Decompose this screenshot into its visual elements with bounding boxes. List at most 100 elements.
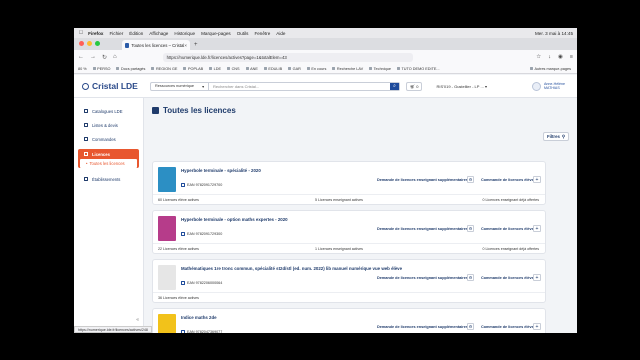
menu-fichier[interactable]: Fichier bbox=[109, 31, 123, 36]
minimize-window-icon[interactable] bbox=[87, 41, 92, 46]
book-cover[interactable] bbox=[158, 265, 176, 290]
bookmark-item[interactable]: Technique bbox=[369, 67, 391, 71]
license-title[interactable]: Indice maths 2de bbox=[181, 315, 217, 320]
browser-tab[interactable]: Toutes les licences – Cristal Lde × bbox=[122, 40, 190, 50]
student-licenses-active: 36 Licences élève actives bbox=[158, 296, 199, 300]
add-button[interactable]: + bbox=[533, 274, 541, 281]
home-icon[interactable]: ⌂ bbox=[113, 54, 117, 60]
page-title-text: Toutes les licences bbox=[163, 106, 236, 115]
order-student-licenses-button[interactable]: Commande de licences élève bbox=[481, 178, 534, 182]
other-bookmarks[interactable]: Autres marque-pages bbox=[530, 67, 571, 71]
sidebar-subitem-toutes-licences[interactable]: • Toutes les licences bbox=[80, 159, 137, 168]
request-teacher-licenses-button[interactable]: Demande de licences enseignant supplémen… bbox=[377, 178, 468, 182]
menu-affichage[interactable]: Affichage bbox=[149, 31, 168, 36]
bookmark-item[interactable]: REGION GE bbox=[151, 67, 178, 71]
barcode-icon bbox=[181, 281, 185, 285]
url-bar[interactable]: https://numerique.lde.fr/licences/active… bbox=[162, 52, 413, 62]
menu-fenetre[interactable]: Fenêtre bbox=[254, 31, 270, 36]
search-scope-select[interactable]: Ressources numérique ▾ bbox=[151, 82, 209, 90]
maximize-window-icon[interactable] bbox=[95, 41, 100, 46]
sidebar-item-catalogues[interactable]: Catalogues LDE bbox=[74, 104, 143, 118]
ean-code: EAN 9782091729300 bbox=[181, 232, 222, 236]
cart-button[interactable]: 🛒︎ 0 bbox=[406, 81, 423, 91]
bookmark-item[interactable]: GAR bbox=[288, 67, 301, 71]
bookmark-item[interactable]: TUTO DEMO EDITE... bbox=[397, 67, 439, 71]
student-licenses-active: 22 Licences élève actives bbox=[158, 247, 199, 251]
plus-icon: + bbox=[535, 176, 539, 183]
account-icon[interactable]: ◉ bbox=[558, 54, 563, 60]
order-student-licenses-button[interactable]: Commande de licences élève bbox=[481, 325, 534, 329]
filters-button[interactable]: Filtres ⚲ bbox=[543, 132, 569, 141]
bookmark-item[interactable]: LDE bbox=[209, 67, 221, 71]
tab-strip: Toutes les licences – Cristal Lde × + bbox=[74, 38, 577, 50]
etablissement-select[interactable]: RIS'019 - Gustellier - LP ... ▾ bbox=[436, 84, 487, 89]
bookmark-item[interactable]: Recherche LAV bbox=[332, 67, 363, 71]
settings-gear-button[interactable]: ⚙ bbox=[467, 176, 474, 183]
search-scope-label: Ressources numérique bbox=[155, 84, 195, 88]
apple-icon[interactable]:  bbox=[79, 30, 83, 36]
new-tab-icon[interactable]: + bbox=[194, 42, 198, 48]
sidebar-item-licences[interactable]: Licences • Toutes les licences bbox=[78, 149, 139, 168]
sidebar-item-etablissements[interactable]: Établissements bbox=[74, 172, 143, 186]
book-cover[interactable] bbox=[158, 216, 176, 241]
user-menu[interactable]: Anne-Hélène MATHIAS bbox=[532, 81, 565, 91]
menu-marque-pages[interactable]: Marque-pages bbox=[201, 31, 231, 36]
ean-text: EAN 9782047369077 bbox=[187, 330, 223, 333]
book-cover[interactable] bbox=[158, 314, 176, 333]
order-student-licenses-button[interactable]: Commande de licences élève bbox=[481, 227, 534, 231]
teacher-licenses-active: 5 Licences enseignant actives bbox=[315, 198, 363, 202]
license-title[interactable]: Mathématiques 1re tronc commun, spéciali… bbox=[181, 266, 402, 271]
search-button[interactable]: ⌕ bbox=[390, 82, 399, 90]
add-button[interactable]: + bbox=[533, 176, 541, 183]
close-window-icon[interactable] bbox=[79, 41, 84, 46]
zoom-level[interactable]: 80 % bbox=[78, 67, 87, 71]
cristal-logo[interactable]: Cristal LDE bbox=[74, 81, 142, 91]
order-student-licenses-button[interactable]: Commande de licences élève bbox=[481, 276, 534, 280]
bookmark-item[interactable]: Docs partagés bbox=[116, 67, 145, 71]
bookmark-item[interactable]: En cours bbox=[307, 67, 326, 71]
settings-gear-button[interactable]: ⚙ bbox=[467, 225, 474, 232]
avatar bbox=[532, 81, 542, 91]
sidebar: Catalogues LDE Listes & devis Commandes … bbox=[74, 98, 144, 333]
request-teacher-licenses-button[interactable]: Demande de licences enseignant supplémen… bbox=[377, 227, 468, 231]
bookmark-item[interactable]: POPLAB bbox=[183, 67, 203, 71]
forward-icon[interactable]: → bbox=[90, 54, 96, 60]
downloads-icon[interactable]: ↓ bbox=[548, 54, 551, 60]
license-card: Hyperbole terminale - spécialité - 2020 … bbox=[152, 161, 546, 205]
license-title[interactable]: Hyperbole terminale - spécialité - 2020 bbox=[181, 168, 261, 173]
book-cover[interactable] bbox=[158, 167, 176, 192]
bookmark-item[interactable]: EDULIB bbox=[264, 67, 282, 71]
bookmark-item[interactable]: CNS bbox=[227, 67, 240, 71]
back-icon[interactable]: ← bbox=[78, 54, 84, 60]
main-content: Toutes les licences Filtres ⚲ Hyperbole … bbox=[144, 98, 577, 333]
menu-app[interactable]: Firefox bbox=[88, 31, 103, 36]
license-title[interactable]: Hyperbole terminale - option maths exper… bbox=[181, 217, 288, 222]
sidebar-item-label: Commandes bbox=[92, 136, 116, 142]
close-tab-icon[interactable]: × bbox=[184, 43, 187, 48]
bookmark-item[interactable]: PERSO bbox=[93, 67, 110, 71]
add-button[interactable]: + bbox=[533, 225, 541, 232]
menu-aide[interactable]: Aide bbox=[276, 31, 285, 36]
add-button[interactable]: + bbox=[533, 323, 541, 330]
menu-icon[interactable]: ≡ bbox=[570, 54, 573, 60]
menu-historique[interactable]: Historique bbox=[174, 31, 195, 36]
sidebar-subitem-label: Toutes les licences bbox=[89, 161, 125, 166]
license-card-footer: 60 Licences élève actives 5 Licences ens… bbox=[153, 194, 545, 204]
ean-code: EAN 9782047369077 bbox=[181, 330, 222, 333]
request-teacher-licenses-button[interactable]: Demande de licences enseignant supplémen… bbox=[377, 276, 468, 280]
menu-outils[interactable]: Outils bbox=[237, 31, 249, 36]
sidebar-item-listes[interactable]: Listes & devis bbox=[74, 118, 143, 132]
bullet-icon: • bbox=[86, 161, 88, 166]
list-icon bbox=[84, 123, 88, 127]
menu-edition[interactable]: Édition bbox=[129, 31, 143, 36]
bookmark-item[interactable]: ANE bbox=[246, 67, 258, 71]
search-input[interactable]: Rechercher dans Cristal... bbox=[209, 84, 390, 89]
settings-gear-button[interactable]: ⚙ bbox=[467, 323, 474, 330]
request-teacher-licenses-button[interactable]: Demande de licences enseignant supplémen… bbox=[377, 325, 468, 329]
collapse-sidebar-icon[interactable]: « bbox=[136, 317, 139, 323]
sidebar-item-commandes[interactable]: Commandes bbox=[74, 132, 143, 146]
reload-icon[interactable]: ↻ bbox=[102, 54, 107, 61]
user-lastname: MATHIAS bbox=[544, 86, 560, 90]
bookmark-star-icon[interactable]: ☆ bbox=[536, 54, 541, 60]
settings-gear-button[interactable]: ⚙ bbox=[467, 274, 474, 281]
